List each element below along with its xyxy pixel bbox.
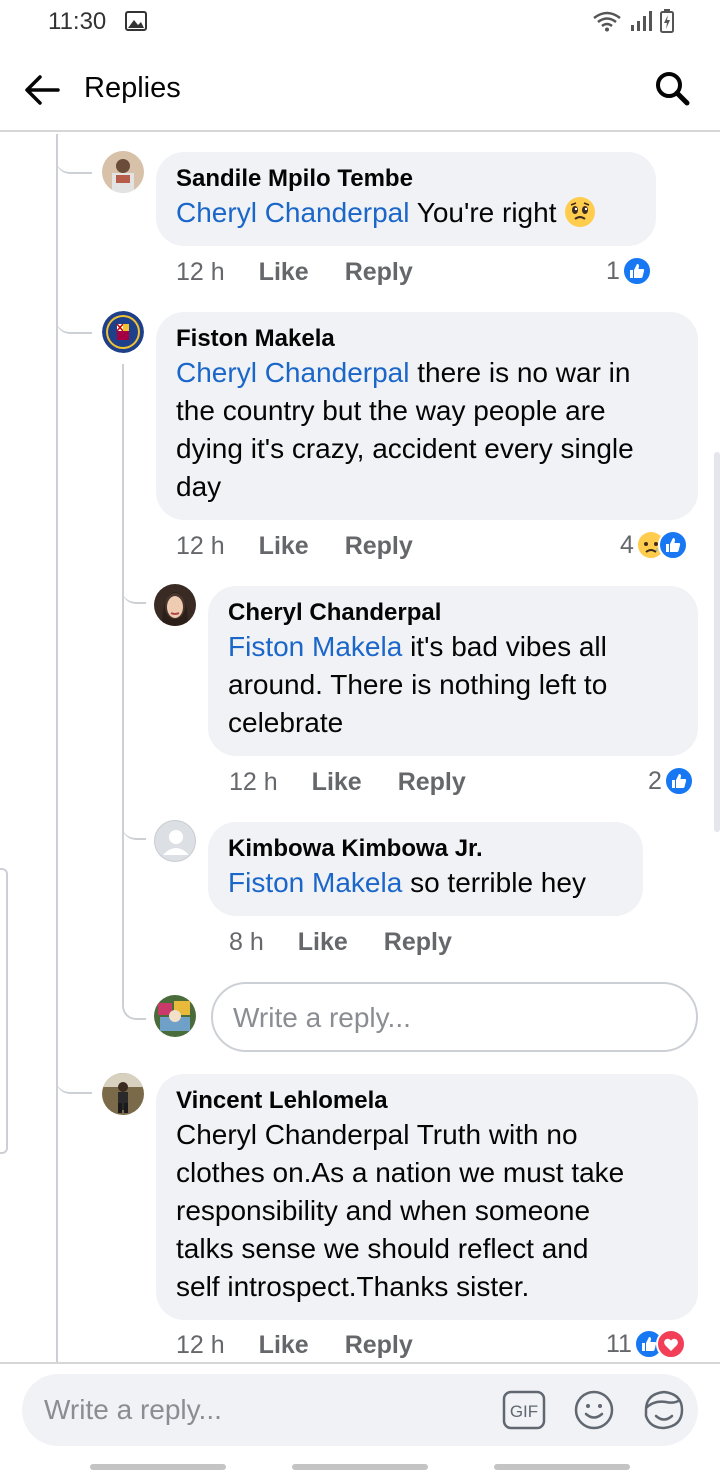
comment-text: Fiston Makela it's bad vibes all around.… — [228, 631, 608, 738]
mention-link[interactable]: Fiston Makela — [228, 867, 402, 898]
emoji-icon[interactable] — [572, 1388, 616, 1432]
thread-connector — [122, 800, 146, 840]
avatar[interactable] — [102, 1073, 144, 1115]
scrollbar[interactable] — [714, 452, 720, 832]
reaction-count: 11 — [606, 1329, 632, 1358]
comment-actions: 12 h Like Reply — [176, 532, 449, 561]
thread-connector — [122, 564, 146, 604]
thread-connector — [56, 1054, 92, 1094]
like-button[interactable]: Like — [259, 258, 309, 287]
like-button[interactable]: Like — [259, 532, 309, 561]
signal-icon — [631, 11, 652, 31]
thread-connector — [122, 980, 146, 1020]
composer-input[interactable]: Write a reply... GIF — [22, 1374, 698, 1446]
sticker-icon[interactable] — [640, 1386, 688, 1434]
like-button[interactable]: Like — [312, 768, 362, 797]
nav-indicator — [292, 1464, 428, 1470]
reply-button[interactable]: Reply — [345, 532, 413, 561]
reply-button[interactable]: Reply — [345, 258, 413, 287]
sad-emoji-icon — [565, 197, 596, 227]
back-arrow-icon[interactable] — [20, 68, 64, 112]
avatar[interactable] — [154, 820, 196, 862]
love-reaction-icon — [655, 1329, 686, 1359]
avatar[interactable] — [102, 151, 144, 193]
edge-handle[interactable] — [0, 868, 8, 1154]
nav-indicator — [494, 1464, 630, 1470]
comment-time[interactable]: 12 h — [176, 258, 225, 287]
thread-connector — [56, 294, 92, 334]
gif-label: GIF — [510, 1402, 538, 1421]
wifi-icon — [593, 11, 621, 32]
like-reaction-icon — [663, 766, 694, 796]
comment-actions: 12 h Like Reply — [176, 258, 449, 287]
comment-text: Cheryl Chanderpal there is no war in the… — [176, 357, 634, 502]
comment-bubble[interactable]: Cheryl Chanderpal Fiston Makela it's bad… — [208, 586, 698, 756]
comment-bubble[interactable]: Vincent Lehlomela Cheryl Chanderpal Trut… — [156, 1074, 698, 1320]
status-bar: 11:30 — [0, 0, 720, 44]
avatar[interactable] — [154, 584, 196, 626]
comment-time[interactable]: 8 h — [229, 928, 264, 957]
nav-indicator — [90, 1464, 226, 1470]
reply-button[interactable]: Reply — [384, 928, 452, 957]
comment-author[interactable]: Kimbowa Kimbowa Jr. — [228, 834, 623, 864]
reply-button[interactable]: Reply — [398, 768, 466, 797]
comment-text: Cheryl Chanderpal You're right — [176, 194, 636, 232]
comment-text: Cheryl Chanderpal Truth with no clothes … — [176, 1119, 625, 1302]
like-button[interactable]: Like — [259, 1331, 309, 1360]
reaction-summary[interactable]: 11 — [606, 1329, 686, 1359]
like-reaction-icon — [657, 530, 688, 560]
reaction-count: 2 — [648, 766, 662, 795]
reaction-summary[interactable]: 2 — [648, 766, 694, 796]
mention-link[interactable]: Cheryl Chanderpal — [176, 197, 409, 228]
page-title: Replies — [84, 72, 181, 104]
comment-actions: 12 h Like Reply — [229, 768, 502, 797]
comment-actions: 12 h Like Reply — [176, 1331, 449, 1360]
current-user-avatar — [154, 995, 196, 1037]
comment-text: Fiston Makela so terrible hey — [228, 867, 586, 898]
comment-actions: 8 h Like Reply — [229, 928, 488, 957]
avatar[interactable] — [102, 311, 144, 353]
inline-reply-input[interactable]: Write a reply... — [211, 982, 698, 1052]
status-time: 11:30 — [48, 8, 107, 35]
comment-bubble[interactable]: Fiston Makela Cheryl Chanderpal there is… — [156, 312, 698, 520]
app-bar: Replies — [0, 44, 720, 132]
battery-charging-icon — [660, 9, 674, 33]
like-reaction-icon — [621, 256, 652, 286]
like-button[interactable]: Like — [298, 928, 348, 957]
reaction-count: 1 — [606, 256, 620, 285]
comment-time[interactable]: 12 h — [229, 768, 278, 797]
reply-thread[interactable]: Sandile Mpilo Tembe Cheryl Chanderpal Yo… — [0, 134, 720, 1362]
comment-time[interactable]: 12 h — [176, 1331, 225, 1360]
search-icon[interactable] — [652, 68, 692, 108]
mention-link[interactable]: Cheryl Chanderpal — [176, 357, 409, 388]
comment-author[interactable]: Fiston Makela — [176, 324, 678, 354]
gif-icon[interactable]: GIF — [502, 1390, 546, 1430]
thread-connector — [56, 134, 92, 174]
reaction-summary[interactable]: 4 — [620, 530, 688, 560]
comment-time[interactable]: 12 h — [176, 532, 225, 561]
reaction-count: 4 — [620, 530, 634, 559]
mention-link[interactable]: Fiston Makela — [228, 631, 402, 662]
composer-placeholder: Write a reply... — [44, 1394, 222, 1425]
reply-button[interactable]: Reply — [345, 1331, 413, 1360]
reaction-summary[interactable]: 1 — [606, 256, 652, 286]
comment-author[interactable]: Sandile Mpilo Tembe — [176, 164, 636, 194]
comment-author[interactable]: Cheryl Chanderpal — [228, 598, 678, 628]
nested-thread-line — [122, 364, 124, 1004]
gallery-notification-icon — [125, 11, 147, 31]
comment-bubble[interactable]: Sandile Mpilo Tembe Cheryl Chanderpal Yo… — [156, 152, 656, 246]
comment-bubble[interactable]: Kimbowa Kimbowa Jr. Fiston Makela so ter… — [208, 822, 643, 916]
comment-author[interactable]: Vincent Lehlomela — [176, 1086, 678, 1116]
reply-composer: Write a reply... GIF — [0, 1362, 720, 1480]
